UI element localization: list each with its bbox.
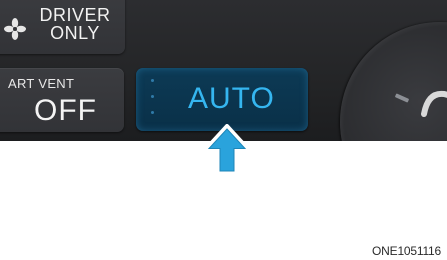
arrow-up-icon <box>203 124 251 175</box>
driver-only-label-line2: ONLY <box>50 23 100 43</box>
auto-button[interactable]: AUTO <box>136 68 308 131</box>
driver-only-label-line1: DRIVER <box>39 5 111 25</box>
smart-vent-value: OFF <box>34 94 97 127</box>
driver-only-button[interactable]: DRIVER ONLY <box>0 0 125 54</box>
driver-only-label: DRIVER ONLY <box>38 6 112 42</box>
auto-label: AUTO <box>188 82 275 115</box>
climate-control-panel: DRIVER ONLY ART VENT OFF AUTO <box>0 0 447 141</box>
auto-indicator-dots <box>150 79 156 119</box>
smart-vent-label: ART VENT <box>8 76 75 91</box>
indicator-dot <box>151 111 154 114</box>
figure-code: ONE1051116 <box>372 244 441 258</box>
indicator-dot <box>151 79 154 82</box>
smart-vent-button[interactable]: ART VENT OFF <box>0 68 124 132</box>
dial-hook-icon <box>421 90 447 117</box>
indicator-dot <box>151 95 154 98</box>
fan-icon <box>4 18 26 40</box>
